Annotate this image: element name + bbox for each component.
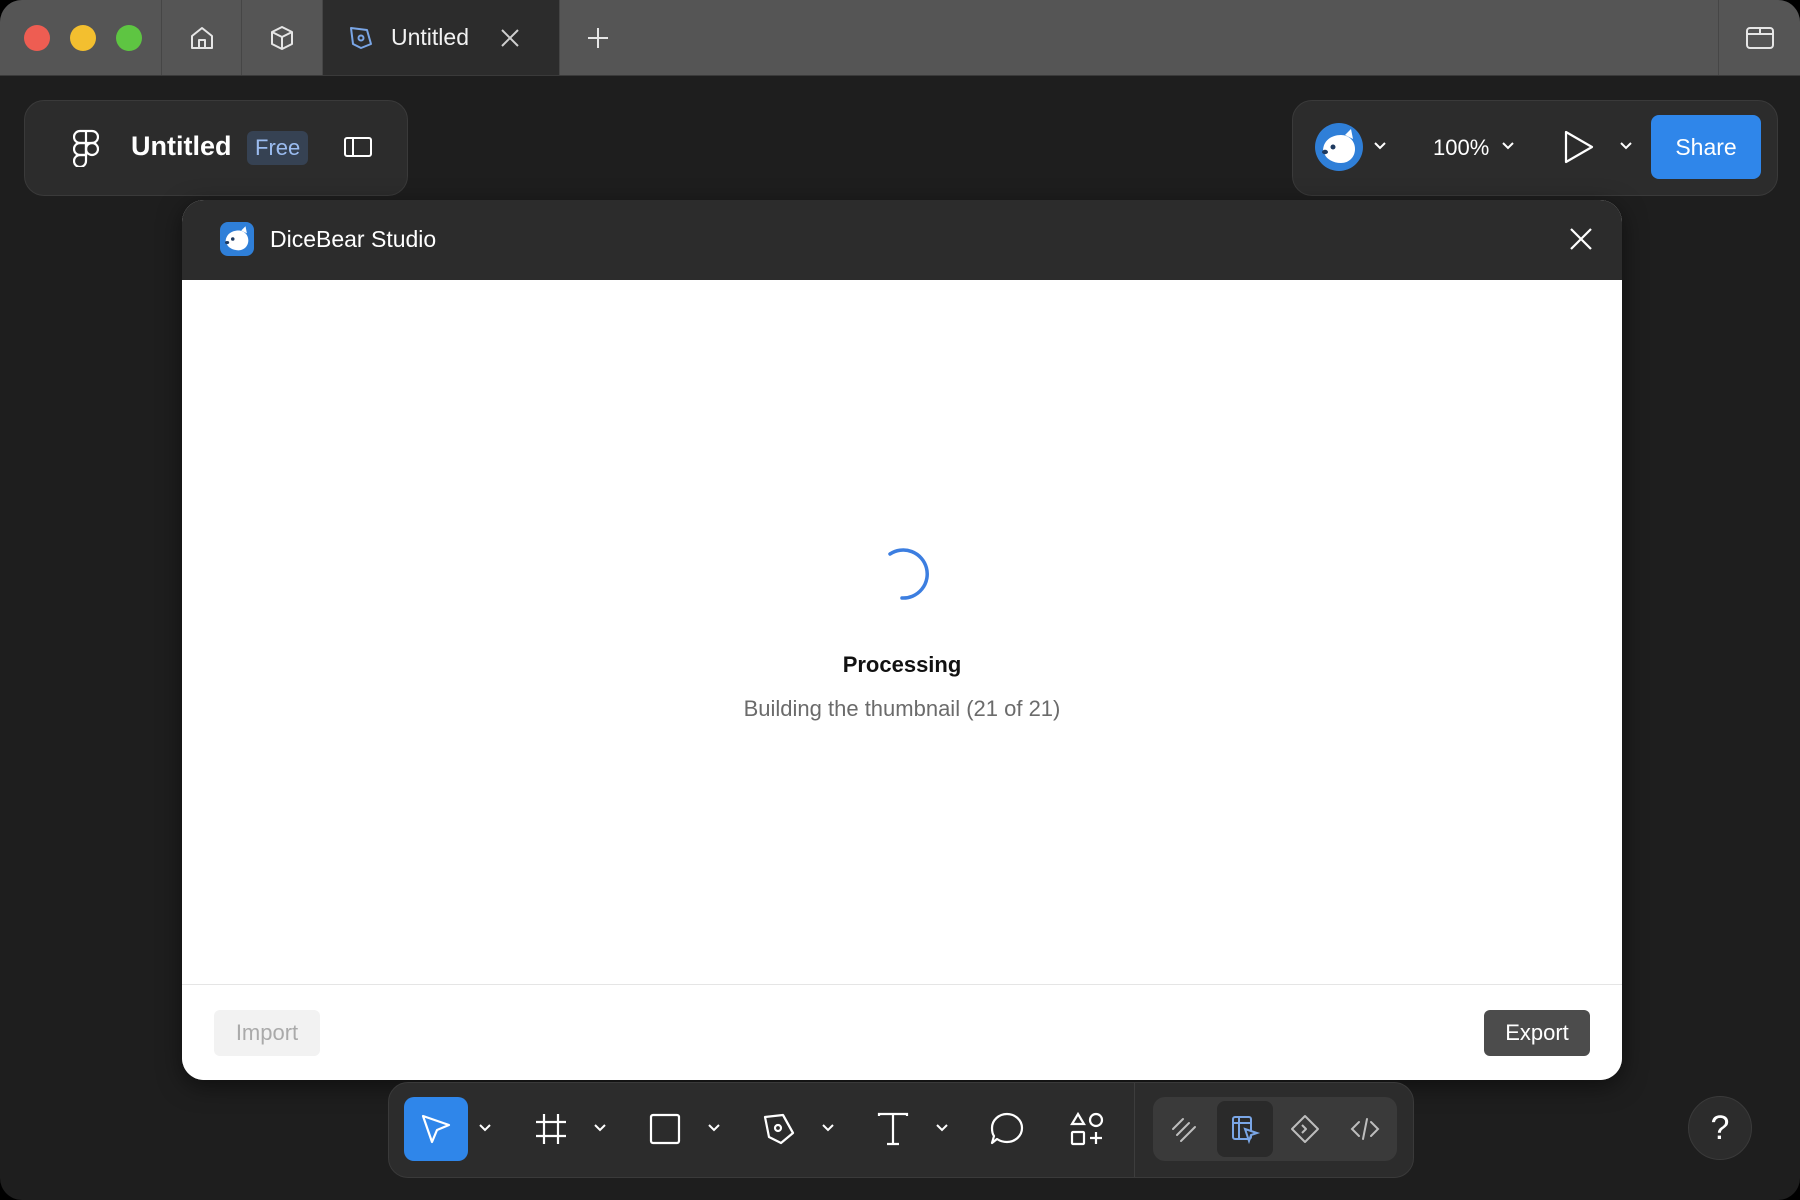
rectangle-icon	[649, 1113, 681, 1145]
pen-nib-icon	[350, 26, 372, 49]
community-button[interactable]	[241, 0, 322, 75]
play-icon[interactable]	[1561, 129, 1595, 165]
frame-icon	[536, 1114, 566, 1144]
chevron-down-icon[interactable]	[935, 1123, 949, 1133]
app-window: Untitled Untitled Free 100% Share DiceBe…	[0, 0, 1800, 1200]
dev-mode-button[interactable]	[1277, 1101, 1333, 1157]
design-icon	[1232, 1116, 1261, 1145]
text-icon	[877, 1112, 909, 1146]
panel-button[interactable]	[1718, 0, 1800, 75]
panel-icon	[1746, 26, 1774, 49]
plugin-icon	[220, 222, 254, 256]
close-window-button[interactable]	[24, 25, 50, 51]
close-icon[interactable]	[1568, 226, 1594, 252]
zoom-level[interactable]: 100%	[1433, 135, 1489, 161]
home-icon	[191, 26, 213, 49]
draw-mode-button[interactable]	[1157, 1101, 1213, 1157]
move-tool[interactable]	[404, 1097, 468, 1161]
tab-untitled[interactable]: Untitled	[322, 0, 560, 75]
comment-tool[interactable]	[975, 1097, 1039, 1161]
title-bar: Untitled	[0, 0, 1800, 76]
apps-icon	[1070, 1111, 1104, 1146]
chevron-down-icon[interactable]	[1619, 141, 1633, 151]
loading-spinner-icon	[888, 548, 929, 600]
sidebar-toggle-icon[interactable]	[343, 135, 373, 159]
cursor-icon	[421, 1114, 451, 1144]
import-button[interactable]: Import	[214, 1010, 320, 1056]
code-mode-button[interactable]	[1337, 1101, 1393, 1157]
text-tool[interactable]	[861, 1097, 925, 1161]
modal-footer: Import Export	[182, 984, 1622, 1080]
plan-badge[interactable]: Free	[247, 131, 309, 165]
chevron-down-icon[interactable]	[593, 1123, 607, 1133]
home-button[interactable]	[161, 0, 242, 75]
design-mode-button[interactable]	[1217, 1101, 1273, 1157]
frame-tool[interactable]	[519, 1097, 583, 1161]
chevron-down-icon[interactable]	[1373, 141, 1387, 151]
export-button[interactable]: Export	[1484, 1010, 1590, 1056]
user-avatar[interactable]	[1315, 123, 1363, 171]
plugin-modal: DiceBear Studio Processing Building the …	[182, 200, 1622, 1080]
tab-label: Untitled	[391, 24, 469, 50]
new-tab-button[interactable]	[558, 0, 638, 75]
pen-tool[interactable]	[747, 1097, 811, 1161]
plugin-title: DiceBear Studio	[270, 226, 437, 252]
file-info-bar: Untitled Free	[24, 100, 408, 196]
minimize-window-button[interactable]	[70, 25, 96, 51]
chevron-down-icon[interactable]	[478, 1123, 492, 1133]
zoom-window-button[interactable]	[116, 25, 142, 51]
dog-avatar-icon	[1322, 129, 1355, 163]
modal-header: DiceBear Studio	[182, 200, 1622, 281]
chevron-down-icon[interactable]	[707, 1123, 721, 1133]
community-icon	[271, 25, 293, 50]
comment-icon	[990, 1112, 1024, 1145]
share-button[interactable]: Share	[1651, 115, 1761, 179]
chevron-down-icon[interactable]	[821, 1123, 835, 1133]
actions-tool[interactable]	[1055, 1097, 1119, 1161]
tool-bar	[388, 1082, 1414, 1178]
plus-icon	[588, 27, 608, 48]
status-title: Processing	[842, 652, 962, 677]
file-title[interactable]: Untitled	[131, 131, 232, 162]
dog-logo-icon	[224, 226, 249, 251]
shape-tool[interactable]	[633, 1097, 697, 1161]
code-icon	[1350, 1118, 1380, 1140]
pen-icon	[763, 1113, 795, 1145]
chevron-down-icon[interactable]	[1501, 141, 1515, 151]
main-menu-icon[interactable]	[73, 129, 99, 167]
status-text: Building the thumbnail (21 of 21)	[743, 696, 1061, 721]
draw-icon	[1172, 1118, 1196, 1142]
mode-switcher	[1153, 1097, 1397, 1161]
toolbar-divider	[1134, 1083, 1135, 1177]
close-tab-icon[interactable]	[499, 27, 521, 49]
collaboration-bar: 100% Share	[1292, 100, 1778, 196]
modal-body: Processing Building the thumbnail (21 of…	[182, 280, 1622, 984]
help-button[interactable]: ?	[1688, 1096, 1752, 1160]
component-icon	[1291, 1115, 1319, 1143]
